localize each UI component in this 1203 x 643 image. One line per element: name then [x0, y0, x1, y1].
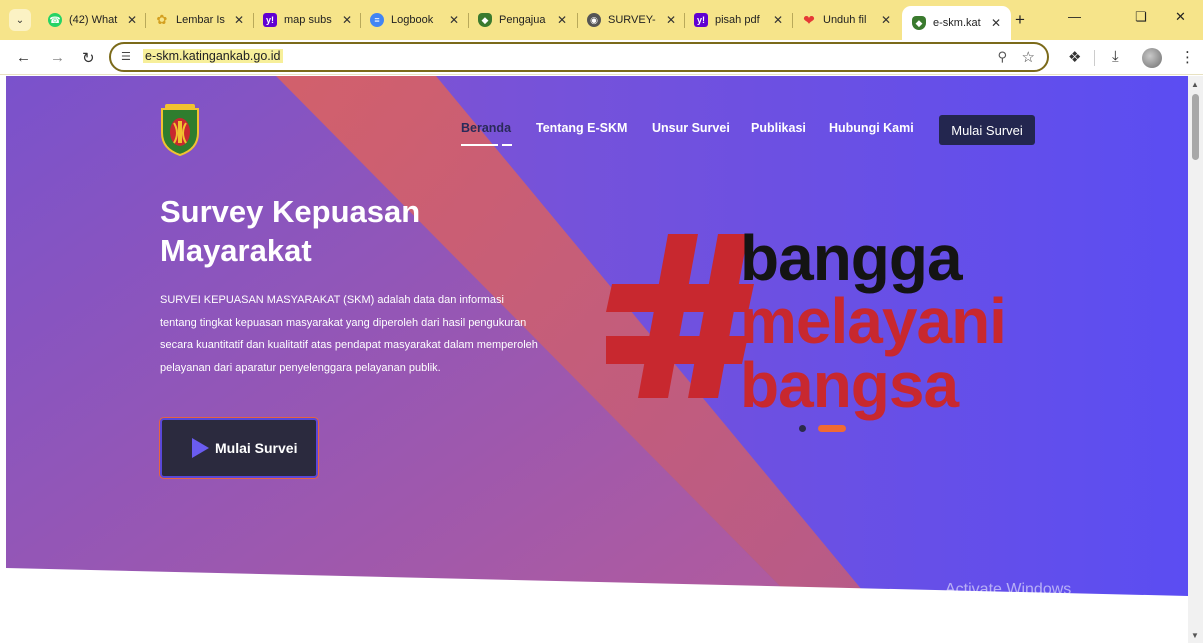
tab-separator: [145, 13, 146, 28]
tab-title: pisah pdf: [715, 14, 760, 26]
yahoo-icon: y!: [694, 13, 708, 27]
activate-windows-subtitle: Go to Settings to activate Windows.: [945, 603, 1135, 617]
browser-tab[interactable]: ✿ Lembar Is ✕: [155, 8, 245, 32]
download-icon[interactable]: ⤓: [1112, 48, 1119, 65]
tab-title: SURVEY-: [608, 14, 656, 26]
nav-beranda[interactable]: Beranda: [461, 121, 511, 135]
minimize-icon[interactable]: —: [1068, 9, 1081, 24]
carousel-dot[interactable]: [799, 425, 806, 432]
slogan-line-melayani: melayani: [740, 285, 1007, 357]
forward-arrow-icon[interactable]: →: [50, 49, 65, 66]
tab-close-icon[interactable]: ✕: [342, 13, 352, 27]
browser-tab[interactable]: ◉ SURVEY- ✕: [587, 8, 676, 32]
scroll-down-arrow-icon[interactable]: ▼: [1191, 631, 1199, 640]
extensions-puzzle-icon[interactable]: ❖: [1068, 48, 1081, 66]
whatsapp-icon: ☎: [48, 13, 62, 27]
emblem-icon: ◆: [478, 13, 492, 27]
tab-close-icon[interactable]: ✕: [449, 13, 459, 27]
browser-tab[interactable]: y! pisah pdf ✕: [694, 8, 783, 32]
heart-icon: ❤: [803, 11, 815, 28]
nav-tentang[interactable]: Tentang E-SKM: [536, 121, 627, 135]
tab-search-chevron-icon[interactable]: ⌄: [9, 9, 31, 31]
regency-emblem-logo[interactable]: [158, 103, 202, 157]
back-arrow-icon[interactable]: ←: [16, 49, 31, 66]
tab-close-icon[interactable]: ✕: [127, 13, 137, 27]
hero-title: Survey Kepuasan Mayarakat: [160, 192, 560, 270]
page-scrollbar[interactable]: ▲ ▼: [1188, 76, 1203, 643]
nav-active-underline-dot: [502, 144, 512, 146]
hero-title-line1: Survey Kepuasan: [160, 194, 421, 229]
reload-icon[interactable]: ↻: [82, 49, 95, 67]
tab-title: Pengajua: [499, 14, 546, 26]
zoom-icon[interactable]: ⚲: [997, 49, 1007, 65]
carousel-dot-active[interactable]: [818, 425, 846, 432]
tab-close-icon[interactable]: ✕: [557, 13, 567, 27]
tab-title: map subs: [284, 14, 332, 26]
nav-unsur-survei[interactable]: Unsur Survei: [652, 121, 730, 135]
tab-title: Logbook: [391, 14, 434, 26]
hero-button-label: Mulai Survei: [215, 440, 298, 456]
scrollbar-thumb[interactable]: [1192, 94, 1199, 160]
hero-mulai-survei-button[interactable]: Mulai Survei: [160, 418, 318, 478]
hero-section: Beranda Tentang E-SKM Unsur Survei Publi…: [6, 76, 1188, 643]
docs-icon: ≡: [370, 13, 384, 27]
address-bar[interactable]: ☰ e-skm.katingankab.go.id ⚲ ☆: [109, 42, 1049, 72]
hero-title-line2: Mayarakat: [160, 233, 312, 268]
nav-publikasi[interactable]: Publikasi: [751, 121, 806, 135]
tab-title: e-skm.kat: [933, 17, 981, 29]
hashtag-icon: [606, 234, 754, 398]
nav-mulai-survei-button[interactable]: Mulai Survei: [939, 115, 1035, 145]
hero-description: SURVEI KEPUASAN MASYARAKAT (SKM) adalah …: [160, 294, 538, 374]
browser-tab-active[interactable]: ◆ e-skm.kat ✕: [902, 6, 1012, 40]
slogan-line-bangsa: bangsa: [740, 349, 959, 421]
browser-tab[interactable]: ◆ Pengajua ✕: [478, 8, 567, 32]
profile-avatar[interactable]: [1142, 48, 1162, 68]
tab-close-icon[interactable]: ✕: [666, 13, 676, 27]
tab-separator: [253, 13, 254, 28]
emblem-icon: ✿: [156, 12, 168, 27]
tab-close-icon[interactable]: ✕: [234, 13, 244, 27]
page-viewport: Beranda Tentang E-SKM Unsur Survei Publi…: [0, 76, 1203, 643]
tab-separator: [577, 13, 578, 28]
tab-title: Lembar Is: [176, 14, 225, 26]
globe-icon: ◉: [587, 13, 601, 27]
kebab-menu-icon[interactable]: ⋮: [1180, 48, 1195, 66]
tab-separator: [684, 13, 685, 28]
tab-separator: [360, 13, 361, 28]
toolbar-separator: [1094, 50, 1095, 66]
emblem-icon: ◆: [912, 16, 926, 30]
activate-windows-title: Activate Windows: [945, 581, 1072, 598]
site-settings-icon[interactable]: ☰: [121, 50, 131, 63]
browser-tab[interactable]: ☎ (42) What ✕: [48, 8, 137, 32]
tab-close-icon[interactable]: ✕: [773, 13, 783, 27]
browser-tab-strip: ⌄ ☎ (42) What ✕ ✿ Lembar Is ✕ y! map sub…: [0, 0, 1203, 40]
tab-separator: [468, 13, 469, 28]
nav-active-underline: [461, 144, 498, 146]
play-icon: [192, 438, 209, 458]
tab-title: (42) What: [69, 14, 118, 26]
browser-tab[interactable]: ❤ Unduh fil ✕: [802, 8, 891, 32]
browser-tab[interactable]: y! map subs ✕: [263, 8, 352, 32]
tab-close-icon[interactable]: ✕: [881, 13, 891, 27]
new-tab-plus-icon[interactable]: +: [1015, 10, 1025, 30]
tab-title: Unduh fil: [823, 14, 867, 26]
tab-separator: [792, 13, 793, 28]
window-close-icon[interactable]: ✕: [1175, 9, 1186, 25]
browser-tab[interactable]: ≡ Logbook ✕: [370, 8, 459, 32]
tab-close-icon[interactable]: ✕: [991, 16, 1001, 30]
scroll-up-arrow-icon[interactable]: ▲: [1191, 80, 1199, 89]
address-url[interactable]: e-skm.katingankab.go.id: [143, 49, 283, 63]
restore-icon[interactable]: ❏: [1135, 9, 1147, 25]
yahoo-icon: y!: [263, 13, 277, 27]
bookmark-star-icon[interactable]: ☆: [1022, 48, 1035, 66]
browser-toolbar: ← → ↻ ☰ e-skm.katingankab.go.id ⚲ ☆ ❖ ⤓ …: [0, 40, 1203, 75]
nav-hubungi-kami[interactable]: Hubungi Kami: [829, 121, 914, 135]
